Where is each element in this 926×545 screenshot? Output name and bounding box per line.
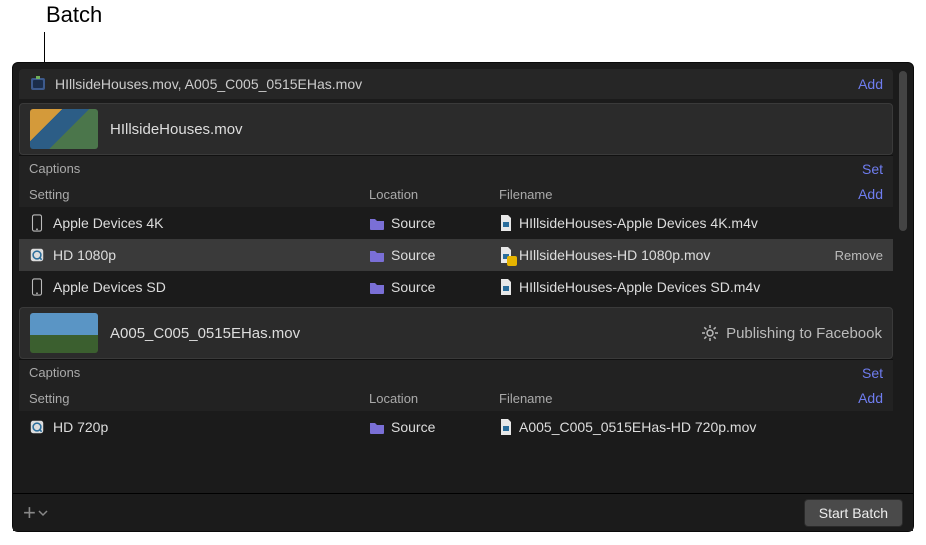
captions-set-link[interactable]: Set xyxy=(823,365,883,381)
output-filename: HIllsideHouses-Apple Devices 4K.m4v xyxy=(519,215,758,231)
footer-bar: + Start Batch xyxy=(13,493,913,531)
batch-scroll-area: HIllsideHouses.mov, A005_C005_0515EHas.m… xyxy=(19,69,893,491)
start-batch-button[interactable]: Start Batch xyxy=(804,499,903,527)
source-thumbnail xyxy=(30,109,98,149)
output-filename: A005_C005_0515EHas-HD 720p.mov xyxy=(519,419,756,435)
header-setting: Setting xyxy=(29,391,369,406)
captions-set-link[interactable]: Set xyxy=(823,161,883,177)
scrollbar-thumb[interactable] xyxy=(899,71,907,231)
output-location: Source xyxy=(391,279,435,295)
publish-label: Publishing to Facebook xyxy=(726,325,882,342)
output-row[interactable]: Apple Devices 4K Source HIllsideHouses-App… xyxy=(19,207,893,239)
output-filename: HIllsideHouses-HD 1080p.mov xyxy=(519,247,710,263)
folder-icon xyxy=(369,248,385,262)
quicktime-icon xyxy=(29,245,45,265)
output-setting-name: Apple Devices 4K xyxy=(53,215,164,231)
output-headers: SettingLocationFilenameAdd xyxy=(19,181,893,207)
captions-label: Captions xyxy=(29,365,369,380)
compressor-app-icon xyxy=(29,75,47,93)
output-row[interactable]: Apple Devices SD Source HIllsideHouses-App… xyxy=(19,271,893,303)
output-remove-link[interactable]: Remove xyxy=(823,248,883,263)
folder-icon xyxy=(369,280,385,294)
batch-panel: HIllsideHouses.mov, A005_C005_0515EHas.m… xyxy=(12,62,914,532)
source-filename: HIllsideHouses.mov xyxy=(110,121,882,138)
batch-header[interactable]: HIllsideHouses.mov, A005_C005_0515EHas.m… xyxy=(19,69,893,99)
output-setting-name: Apple Devices SD xyxy=(53,279,166,295)
folder-icon xyxy=(369,420,385,434)
output-add-link[interactable]: Add xyxy=(823,390,883,406)
gear-icon xyxy=(702,325,718,341)
output-location: Source xyxy=(391,215,435,231)
output-add-link[interactable]: Add xyxy=(823,186,883,202)
output-setting-name: HD 1080p xyxy=(53,247,116,263)
source-filename: A005_C005_0515EHas.mov xyxy=(110,325,702,342)
header-location: Location xyxy=(369,187,499,202)
publish-status[interactable]: Publishing to Facebook xyxy=(702,325,882,342)
output-location: Source xyxy=(391,419,435,435)
movie-file-icon xyxy=(499,278,513,296)
device-icon xyxy=(29,277,45,297)
chevron-down-icon xyxy=(38,508,48,518)
folder-icon xyxy=(369,216,385,230)
output-location: Source xyxy=(391,247,435,263)
batch-add-link[interactable]: Add xyxy=(858,76,883,92)
movie-file-icon xyxy=(499,246,513,264)
source-row[interactable]: A005_C005_0515EHas.mov Publishing to Face… xyxy=(19,307,893,359)
output-setting-name: HD 720p xyxy=(53,419,108,435)
output-headers: SettingLocationFilenameAdd xyxy=(19,385,893,411)
movie-file-icon xyxy=(499,214,513,232)
output-filename: HIllsideHouses-Apple Devices SD.m4v xyxy=(519,279,760,295)
captions-row: Captions Set xyxy=(19,359,893,385)
movie-file-icon xyxy=(499,418,513,436)
header-setting: Setting xyxy=(29,187,369,202)
add-menu-button[interactable]: + xyxy=(23,500,48,526)
source-row[interactable]: HIllsideHouses.mov xyxy=(19,103,893,155)
plus-icon: + xyxy=(23,500,36,526)
batch-title: HIllsideHouses.mov, A005_C005_0515EHas.m… xyxy=(55,76,858,92)
quicktime-icon xyxy=(29,417,45,437)
output-row[interactable]: HD 720p Source A005_C005_0515EHas-HD 720p.… xyxy=(19,411,893,443)
header-location: Location xyxy=(369,391,499,406)
captions-label: Captions xyxy=(29,161,369,176)
callout-label: Batch xyxy=(46,2,102,28)
header-filename: Filename xyxy=(499,187,823,202)
device-icon xyxy=(29,213,45,233)
source-thumbnail xyxy=(30,313,98,353)
captions-row: Captions Set xyxy=(19,155,893,181)
header-filename: Filename xyxy=(499,391,823,406)
output-row[interactable]: HD 1080p Source HIllsideHouses-HD 1080p.mo… xyxy=(19,239,893,271)
